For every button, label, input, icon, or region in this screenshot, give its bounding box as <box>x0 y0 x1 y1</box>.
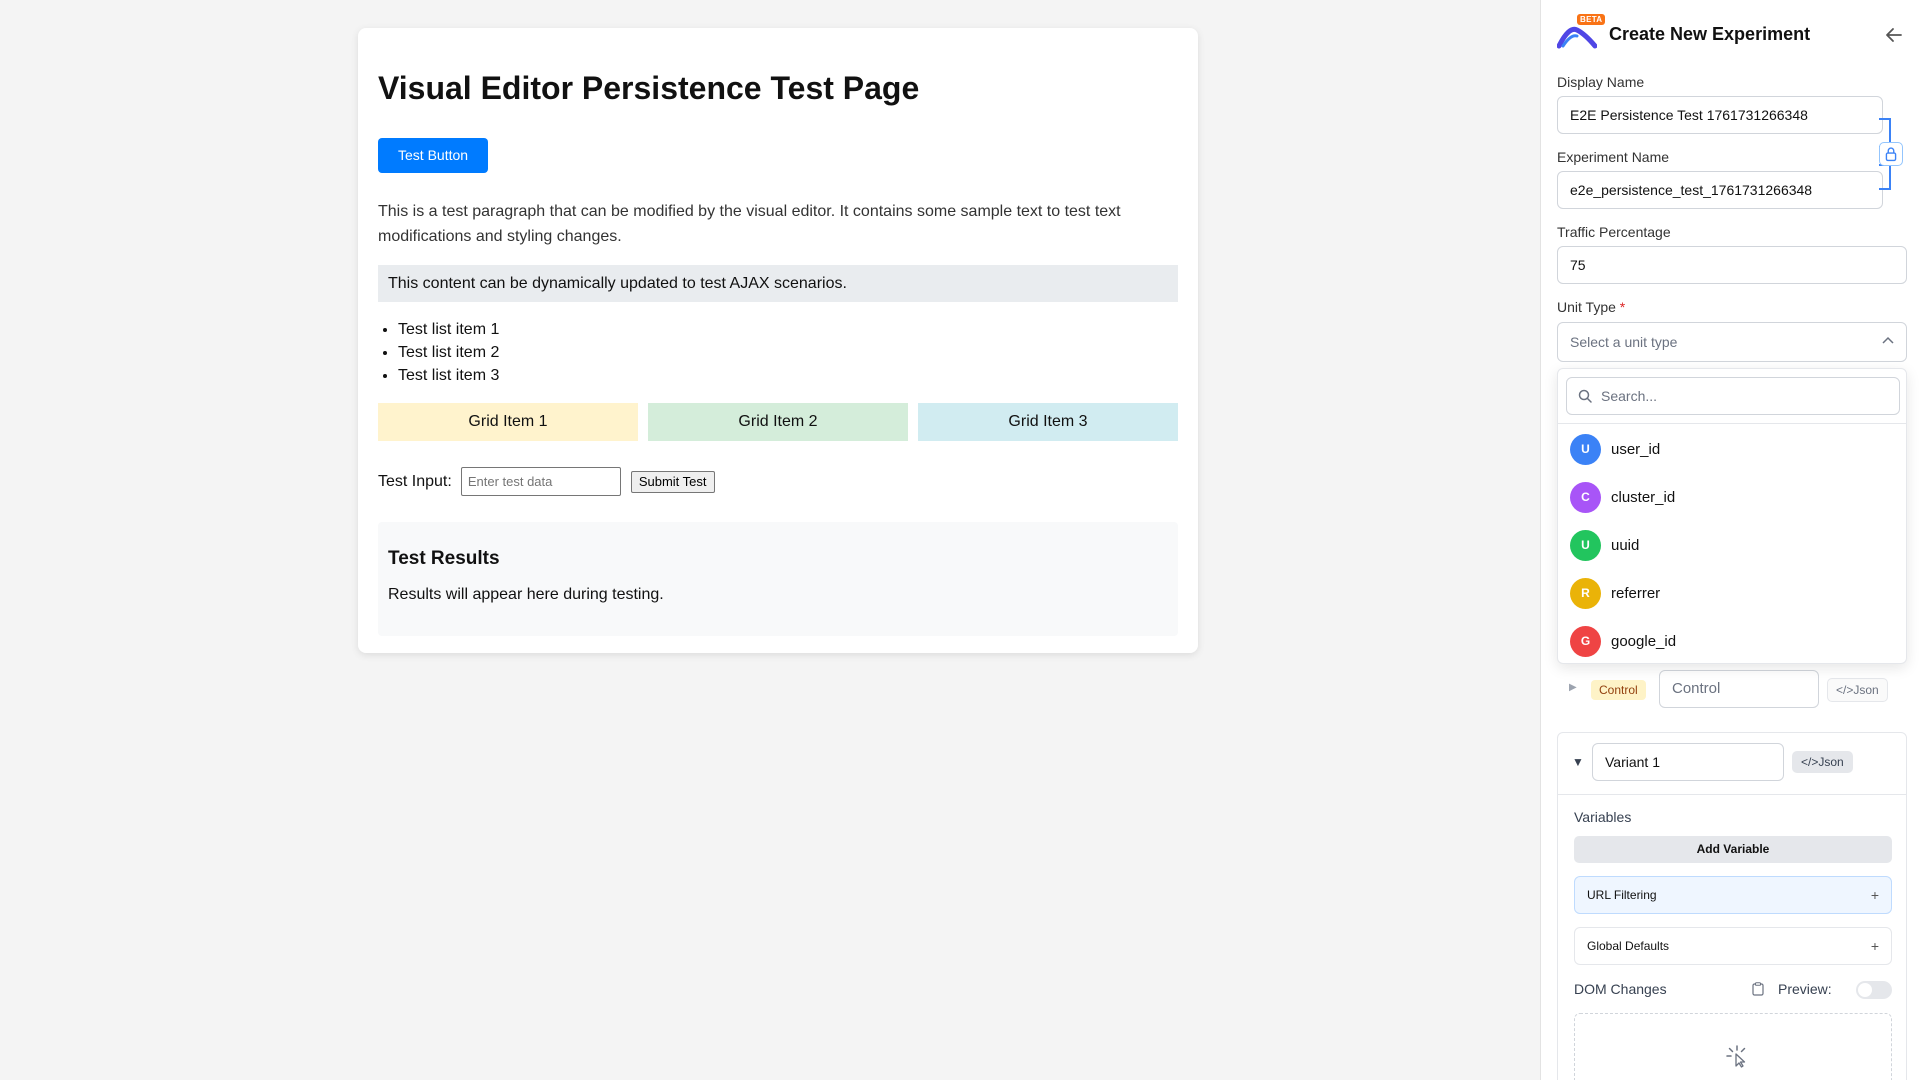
variables-label: Variables <box>1574 809 1632 825</box>
unit-type-dropdown: U user_id C cluster_id U uuid R referrer… <box>1557 368 1907 664</box>
list-item: Test list item 3 <box>398 364 1178 387</box>
unit-type-label-text: Unit Type <box>1557 299 1616 315</box>
avatar: U <box>1570 529 1601 561</box>
test-list: Test list item 1 Test list item 2 Test l… <box>378 318 1178 387</box>
global-defaults-label: Global Defaults <box>1587 939 1670 953</box>
traffic-percentage-label: Traffic Percentage <box>1557 224 1671 240</box>
plus-icon: + <box>1870 887 1879 903</box>
unit-type-label: Unit Type * <box>1557 299 1625 315</box>
list-item: Test list item 1 <box>398 318 1178 341</box>
unit-type-placeholder: Select a unit type <box>1570 334 1678 350</box>
control-json-button[interactable]: </>Json <box>1827 678 1888 702</box>
list-item: Test list item 2 <box>398 341 1178 364</box>
lock-toggle-button[interactable] <box>1879 142 1903 166</box>
display-name-label: Display Name <box>1557 74 1645 90</box>
unit-option-user-id[interactable]: U user_id <box>1570 433 1890 465</box>
test-input[interactable] <box>460 467 621 496</box>
avatar: R <box>1570 577 1601 609</box>
variant-json-button[interactable]: </>Json <box>1792 751 1853 773</box>
back-arrow-icon[interactable] <box>1883 24 1905 46</box>
clipboard-icon[interactable] <box>1752 982 1764 996</box>
preview-label: Preview: <box>1778 981 1832 997</box>
variant-header: ▼ Variant 1 </>Json <box>1558 733 1906 795</box>
search-input[interactable] <box>1601 386 1881 406</box>
dropdown-divider <box>1558 423 1906 424</box>
control-variant-row: ▶ Control Control </>Json <box>1557 668 1907 712</box>
beta-badge: BETA <box>1577 14 1606 25</box>
option-label: user_id <box>1611 440 1661 458</box>
preview-toggle[interactable] <box>1856 981 1892 999</box>
option-label: cluster_id <box>1611 488 1676 506</box>
control-badge: Control <box>1591 680 1646 700</box>
unit-option-uuid[interactable]: U uuid <box>1570 529 1890 561</box>
avatar: C <box>1570 481 1601 513</box>
add-variable-button[interactable]: Add Variable <box>1574 836 1892 863</box>
option-label: referrer <box>1611 584 1661 602</box>
control-name-input[interactable]: Control <box>1659 670 1819 708</box>
search-icon <box>1578 389 1592 403</box>
test-input-row: Test Input: Submit Test <box>378 467 1178 496</box>
unit-option-cluster-id[interactable]: C cluster_id <box>1570 481 1890 513</box>
results-text: Results will appear here during testing. <box>388 586 664 603</box>
test-paragraph: This is a test paragraph that can be mod… <box>378 203 1121 245</box>
traffic-percentage-field[interactable]: 75 <box>1557 246 1907 284</box>
url-filtering-label: URL Filtering <box>1587 888 1657 902</box>
panel-header: BETA Create New Experiment <box>1557 14 1905 58</box>
variant-1-card: ▼ Variant 1 </>Json Variables Add Variab… <box>1557 732 1907 1080</box>
expand-triangle-icon[interactable]: ▶ <box>1569 682 1577 693</box>
submit-test-button[interactable]: Submit Test <box>630 470 715 493</box>
experiment-name-field[interactable]: e2e_persistence_test_1761731266348 <box>1557 171 1883 209</box>
unit-option-google-id[interactable]: G google_id <box>1570 625 1890 657</box>
avatar: U <box>1570 433 1601 465</box>
link-connector-bottom <box>1879 164 1891 190</box>
unit-type-select[interactable]: Select a unit type <box>1557 322 1907 362</box>
results-title: Test Results <box>388 548 500 569</box>
grid-container: Grid Item 1 Grid Item 2 Grid Item 3 <box>378 403 1178 441</box>
unit-type-search[interactable] <box>1566 377 1900 415</box>
display-name-field[interactable]: E2E Persistence Test 1761731266348 <box>1557 96 1883 134</box>
unit-option-referrer[interactable]: R referrer <box>1570 577 1890 609</box>
lock-icon <box>1885 147 1897 162</box>
chevron-up-icon <box>1882 336 1894 344</box>
variant-name-input[interactable]: Variant 1 <box>1592 743 1784 781</box>
option-label: uuid <box>1611 536 1640 554</box>
option-label: google_id <box>1611 632 1677 650</box>
global-defaults-section[interactable]: Global Defaults + <box>1574 927 1892 965</box>
page-title: Visual Editor Persistence Test Page <box>378 70 920 106</box>
test-input-label: Test Input: <box>378 472 452 490</box>
dynamic-content: This content can be dynamically updated … <box>378 265 1178 302</box>
url-filtering-section[interactable]: URL Filtering + <box>1574 876 1892 914</box>
dom-changes-dropzone[interactable] <box>1574 1013 1892 1080</box>
test-page-card: Visual Editor Persistence Test Page Test… <box>358 28 1198 653</box>
avatar: G <box>1570 625 1601 657</box>
required-mark: * <box>1619 299 1626 315</box>
cursor-click-icon <box>1726 1045 1746 1068</box>
grid-item-3: Grid Item 3 <box>918 403 1178 441</box>
dom-changes-label: DOM Changes <box>1574 981 1667 997</box>
experiment-panel: BETA Create New Experiment Display Name … <box>1540 0 1920 1080</box>
panel-title: Create New Experiment <box>1609 24 1811 44</box>
grid-item-1: Grid Item 1 <box>378 403 638 441</box>
test-button[interactable]: Test Button <box>378 138 489 173</box>
grid-item-2: Grid Item 2 <box>648 403 908 441</box>
test-results: Test Results Results will appear here du… <box>378 522 1178 636</box>
experiment-name-label: Experiment Name <box>1557 149 1670 165</box>
plus-icon: + <box>1870 938 1879 954</box>
collapse-triangle-icon[interactable]: ▼ <box>1572 755 1584 769</box>
